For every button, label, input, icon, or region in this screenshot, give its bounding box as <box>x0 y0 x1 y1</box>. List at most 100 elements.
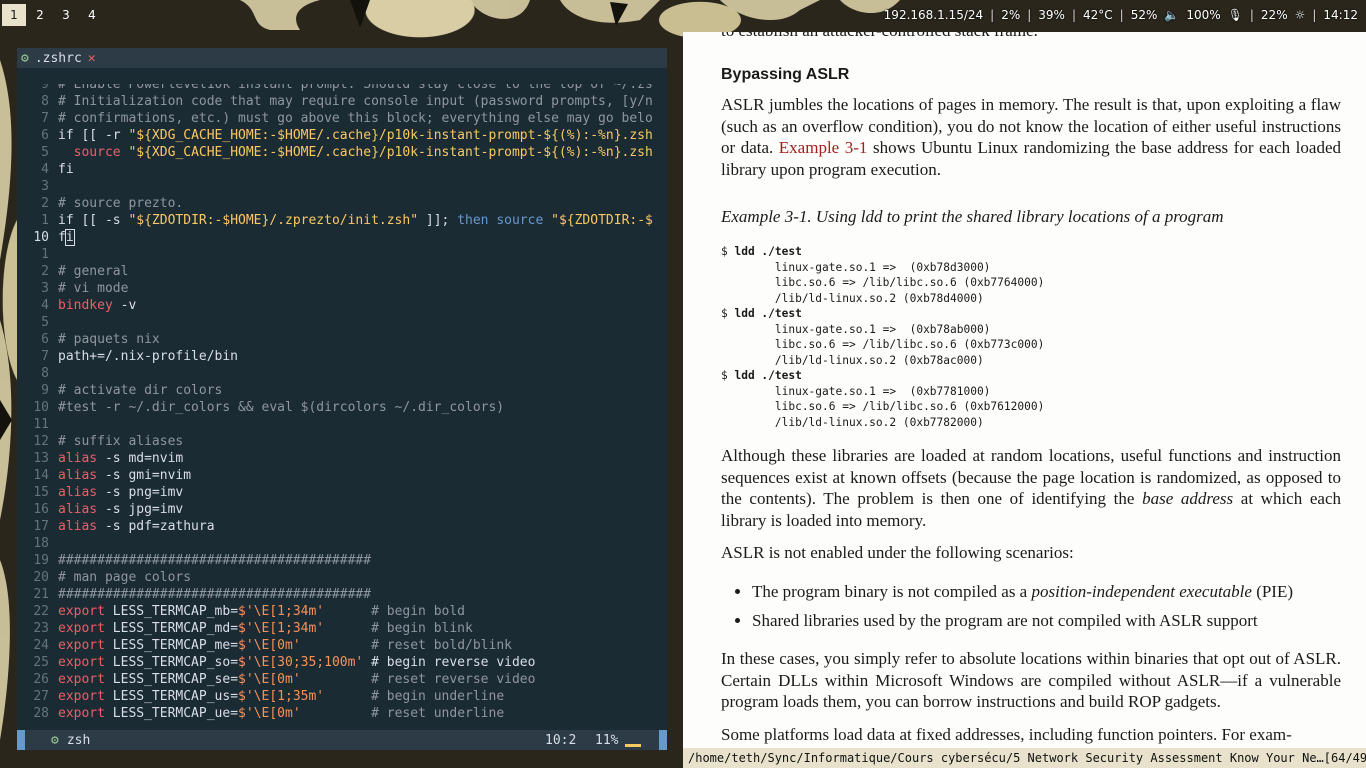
code-line[interactable]: 21 ######################################… <box>17 586 667 603</box>
separator: | <box>1119 8 1124 22</box>
separator: | <box>990 8 995 22</box>
code-line[interactable]: 24 export LESS_TERMCAP_me=$'\E[0m' # rese… <box>17 637 667 654</box>
line-number: 27 <box>33 689 49 704</box>
line-text: bindkey -v <box>58 298 137 313</box>
terminal-window[interactable]: ⚙ .zshrc ✕ 9 # Enable Powerlevel10k insta… <box>17 48 667 750</box>
line-number: 23 <box>33 621 49 636</box>
line-number: 10 <box>33 400 49 415</box>
code-line[interactable]: 26 export LESS_TERMCAP_se=$'\E[0m' # rese… <box>17 671 667 688</box>
workspace-4[interactable]: 4 <box>80 4 104 26</box>
code-line[interactable]: 25 export LESS_TERMCAP_so=$'\E[30;35;100m… <box>17 654 667 671</box>
line-text: # source prezto. <box>58 196 184 211</box>
line-text: alias -s png=imv <box>58 485 184 500</box>
line-text: fi <box>58 229 75 246</box>
code-example-line: libc.so.6 => /lib/libc.so.6 (0xb773c000) <box>721 338 1045 351</box>
line-number: 2 <box>41 196 49 211</box>
code-line[interactable]: 11 <box>17 416 667 433</box>
code-example-line: libc.so.6 => /lib/libc.so.6 (0xb7764000) <box>721 276 1045 289</box>
list-item-text: The program binary is not compiled as a <box>752 582 1032 601</box>
statusline-file: ⚙ zsh <box>51 730 90 750</box>
code-line[interactable]: 5 source "${XDG_CACHE_HOME:-$HOME/.cache… <box>17 144 667 161</box>
editor-statusline: ⚙ zsh 10:2 11% <box>17 730 667 750</box>
code-line[interactable]: 7 path+=/.nix-profile/bin <box>17 348 667 365</box>
code-line[interactable]: 14 alias -s gmi=nvim <box>17 467 667 484</box>
code-line[interactable]: 2 # source prezto. <box>17 195 667 212</box>
tab-zshrc[interactable]: ⚙ .zshrc ✕ <box>21 48 96 68</box>
line-number: 4 <box>41 162 49 177</box>
code-line[interactable]: 6 if [[ -r "${XDG_CACHE_HOME:-$HOME/.cach… <box>17 127 667 144</box>
code-line[interactable]: 18 <box>17 535 667 552</box>
separator: | <box>1027 8 1032 22</box>
code-line[interactable]: 3 <box>17 178 667 195</box>
scroll-indicator <box>625 744 641 747</box>
example-link[interactable]: Example 3-1 <box>779 138 868 157</box>
gear-icon: ⚙ <box>21 50 29 66</box>
line-number: 16 <box>33 502 49 517</box>
line-number: 21 <box>33 587 49 602</box>
workspace-2[interactable]: 2 <box>28 4 52 26</box>
list-item: The program binary is not compiled as a … <box>752 577 1366 606</box>
workspace-3[interactable]: 3 <box>54 4 78 26</box>
editor-buffer[interactable]: 9 # Enable Powerlevel10k instant prompt. … <box>17 84 667 729</box>
code-line[interactable]: 2 # general <box>17 263 667 280</box>
code-example-line: libc.so.6 => /lib/libc.so.6 (0xb7612000) <box>721 400 1045 413</box>
line-text: if [[ -r "${XDG_CACHE_HOME:-$HOME/.cache… <box>58 128 653 143</box>
separator: | <box>1071 8 1076 22</box>
code-line[interactable]: 9 # Enable Powerlevel10k instant prompt. … <box>17 84 667 93</box>
line-text: export LESS_TERMCAP_us=$'\E[1;35m' # beg… <box>58 689 505 704</box>
memory-usage: 39% <box>1038 8 1065 22</box>
code-line[interactable]: 15 alias -s png=imv <box>17 484 667 501</box>
line-text: path+=/.nix-profile/bin <box>58 349 239 364</box>
line-number: 5 <box>41 145 49 160</box>
line-text: export LESS_TERMCAP_md=$'\E[1;34m' # beg… <box>58 621 473 636</box>
code-line[interactable]: 8 <box>17 365 667 382</box>
code-line[interactable]: 12 # suffix aliases <box>17 433 667 450</box>
list-item-text: (PIE) <box>1251 582 1294 601</box>
pdf-viewer[interactable]: to establish an attacker-controlled stac… <box>683 32 1366 748</box>
workspace-1[interactable]: 1 <box>2 4 26 26</box>
line-number: 7 <box>41 111 49 126</box>
code-line[interactable]: 9 # activate dir colors <box>17 382 667 399</box>
code-line[interactable]: 4 bindkey -v <box>17 297 667 314</box>
code-line[interactable]: 8 # Initialization code that may require … <box>17 93 667 110</box>
statusline-left-marker <box>17 730 25 750</box>
code-line[interactable]: 17 alias -s pdf=zathura <box>17 518 667 535</box>
speaker-icon: 🔈 <box>1164 8 1180 22</box>
code-line[interactable]: 1 if [[ -s "${ZDOTDIR:-$HOME}/.zprezto/in… <box>17 212 667 229</box>
line-number: 15 <box>33 485 49 500</box>
top-bar: 1 2 3 4 192.168.1.15/24 | 2% | 39% | 42°… <box>0 0 1366 30</box>
code-example-line: linux-gate.so.1 => (0xb78ab000) <box>721 322 991 336</box>
line-number: 22 <box>33 604 49 619</box>
tab-title: .zshrc <box>34 50 82 66</box>
code-line[interactable]: 20 # man page colors <box>17 569 667 586</box>
line-text: ######################################## <box>58 587 372 602</box>
line-text: ######################################## <box>58 553 372 568</box>
clock: 14:12 <box>1323 8 1358 22</box>
close-icon[interactable]: ✕ <box>88 51 96 66</box>
code-line[interactable]: 13 alias -s md=nvim <box>17 450 667 467</box>
code-line[interactable]: 22 export LESS_TERMCAP_mb=$'\E[1;34m' # b… <box>17 603 667 620</box>
code-line[interactable]: 3 # vi mode <box>17 280 667 297</box>
line-text: if [[ -s "${ZDOTDIR:-$HOME}/.zprezto/ini… <box>58 213 653 228</box>
code-line[interactable]: 6 # paquets nix <box>17 331 667 348</box>
code-line[interactable]: 10 #test -r ~/.dir_colors && eval $(dirco… <box>17 399 667 416</box>
line-text: # paquets nix <box>58 332 160 347</box>
code-line[interactable]: 19 ######################################… <box>17 552 667 569</box>
line-number: 3 <box>41 179 49 194</box>
line-number: 3 <box>41 281 49 296</box>
code-line[interactable]: 1 <box>17 246 667 263</box>
code-line[interactable]: 23 export LESS_TERMCAP_md=$'\E[1;34m' # b… <box>17 620 667 637</box>
line-number: 10 <box>33 230 49 245</box>
code-line[interactable]: 27 export LESS_TERMCAP_us=$'\E[1;35m' # b… <box>17 688 667 705</box>
section-heading: Bypassing ASLR <box>721 66 850 83</box>
code-line[interactable]: 5 <box>17 314 667 331</box>
code-line[interactable]: 10 fi <box>17 229 667 246</box>
line-number: 8 <box>41 94 49 109</box>
code-line[interactable]: 28 export LESS_TERMCAP_ue=$'\E[0m' # rese… <box>17 705 667 722</box>
line-text: alias -s gmi=nvim <box>58 468 192 483</box>
code-line[interactable]: 7 # confirmations, etc.) must go above th… <box>17 110 667 127</box>
code-line[interactable]: 4 fi <box>17 161 667 178</box>
code-line[interactable]: 16 alias -s jpg=imv <box>17 501 667 518</box>
pdf-statusbar: /home/teth/Sync/Informatique/Cours cyber… <box>683 748 1366 768</box>
line-number: 17 <box>33 519 49 534</box>
